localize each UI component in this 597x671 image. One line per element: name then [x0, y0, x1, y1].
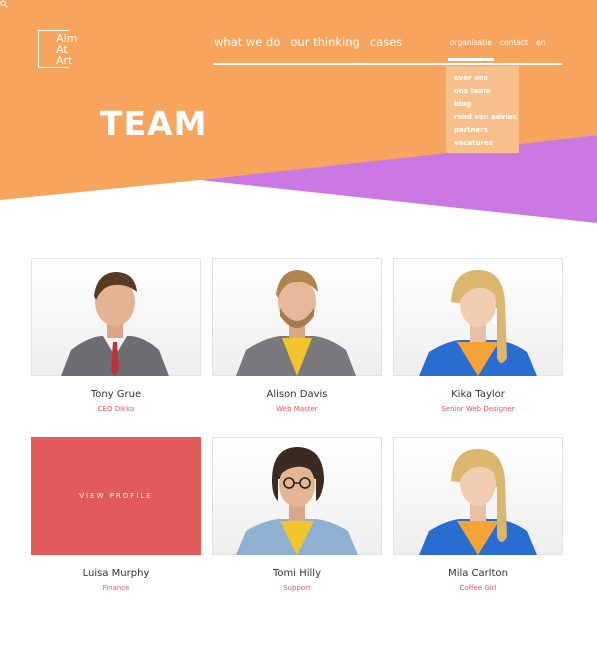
main-nav: what we do our thinking cases: [214, 35, 402, 49]
team-photo: [212, 437, 382, 555]
team-card[interactable]: Mila Carlton Coffee Girl: [393, 437, 563, 592]
member-name: Alison Davis: [266, 389, 328, 400]
dropdown-item-partners[interactable]: partners: [454, 124, 519, 137]
portrait-image: [61, 272, 169, 376]
member-role: CEO Dikka: [97, 405, 135, 413]
dropdown-item-over-ons[interactable]: over ons: [454, 72, 519, 85]
logo-line: Art: [56, 54, 73, 67]
secondary-nav: organisatie contact en: [448, 38, 545, 61]
nav-organisatie[interactable]: organisatie: [448, 38, 494, 61]
member-role: Coffee Girl: [459, 584, 497, 592]
organisatie-dropdown: over ons ons team blog raad van advies p…: [446, 66, 519, 153]
page-title: TEAM: [100, 104, 208, 143]
team-card[interactable]: Alison Davis Web Master: [212, 258, 382, 413]
nav-contact[interactable]: contact: [500, 38, 528, 47]
portrait-image: [419, 449, 537, 555]
portrait-image: [419, 270, 537, 376]
team-photo: VIEW PROFILE: [31, 437, 201, 555]
member-role: Support: [283, 584, 311, 592]
search-icon[interactable]: [0, 0, 8, 8]
member-role: Finance: [102, 584, 130, 592]
team-card[interactable]: VIEW PROFILE Luisa Murphy Finance: [31, 437, 201, 592]
dropdown-item-raad-van-advies[interactable]: raad van advies: [454, 111, 519, 124]
member-name: Tony Grue: [90, 389, 142, 400]
dropdown-item-ons-team[interactable]: ons team: [454, 85, 519, 98]
member-name: Luisa Murphy: [82, 568, 150, 579]
nav-cases[interactable]: cases: [370, 35, 402, 49]
portrait-image: [236, 447, 358, 555]
team-photo: [393, 437, 563, 555]
nav-divider: [213, 63, 562, 65]
member-name: Mila Carlton: [448, 568, 508, 579]
team-photo: [212, 258, 382, 376]
team-card[interactable]: Tony Grue CEO Dikka: [31, 258, 201, 413]
team-card[interactable]: Tomi Hilly Support: [212, 437, 382, 592]
hero-banner: Aim At Art what we do our thinking cases…: [0, 0, 597, 230]
dropdown-item-blog[interactable]: blog: [454, 98, 519, 111]
member-name: Tomi Hilly: [273, 568, 321, 579]
team-card[interactable]: Kika Taylor Senior Web Designer: [393, 258, 563, 413]
member-name: Kika Taylor: [451, 389, 505, 400]
dropdown-item-vacatures[interactable]: vacatures: [454, 137, 519, 150]
nav-our-thinking[interactable]: our thinking: [290, 35, 359, 49]
team-photo: [393, 258, 563, 376]
nav-language[interactable]: en: [536, 38, 545, 47]
team-photo: [31, 258, 201, 376]
logo[interactable]: Aim At Art: [56, 33, 77, 66]
view-profile-label: VIEW PROFILE: [79, 492, 153, 500]
member-role: Web Master: [276, 405, 318, 413]
view-profile-overlay[interactable]: VIEW PROFILE: [31, 437, 201, 555]
portrait-image: [236, 270, 356, 376]
nav-what-we-do[interactable]: what we do: [214, 35, 280, 49]
member-role: Senior Web Designer: [441, 405, 515, 413]
